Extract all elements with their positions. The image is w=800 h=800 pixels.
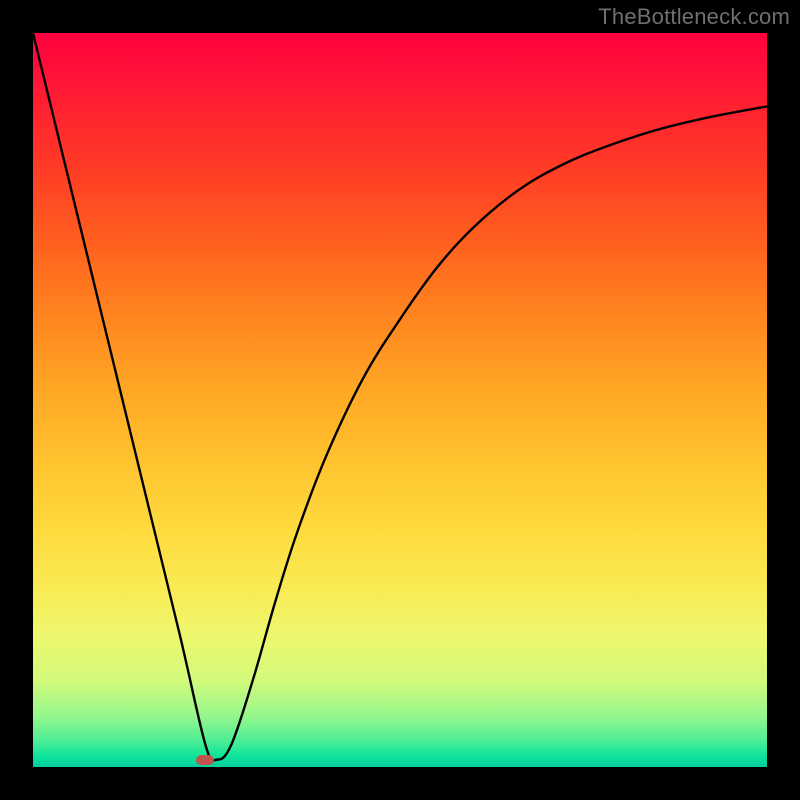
- curve-path: [33, 33, 767, 761]
- chart-container: TheBottleneck.com: [0, 0, 800, 800]
- plot-area: [33, 33, 767, 767]
- optimal-point-marker: [196, 755, 214, 765]
- bottleneck-curve: [33, 33, 767, 767]
- watermark-text: TheBottleneck.com: [598, 4, 790, 30]
